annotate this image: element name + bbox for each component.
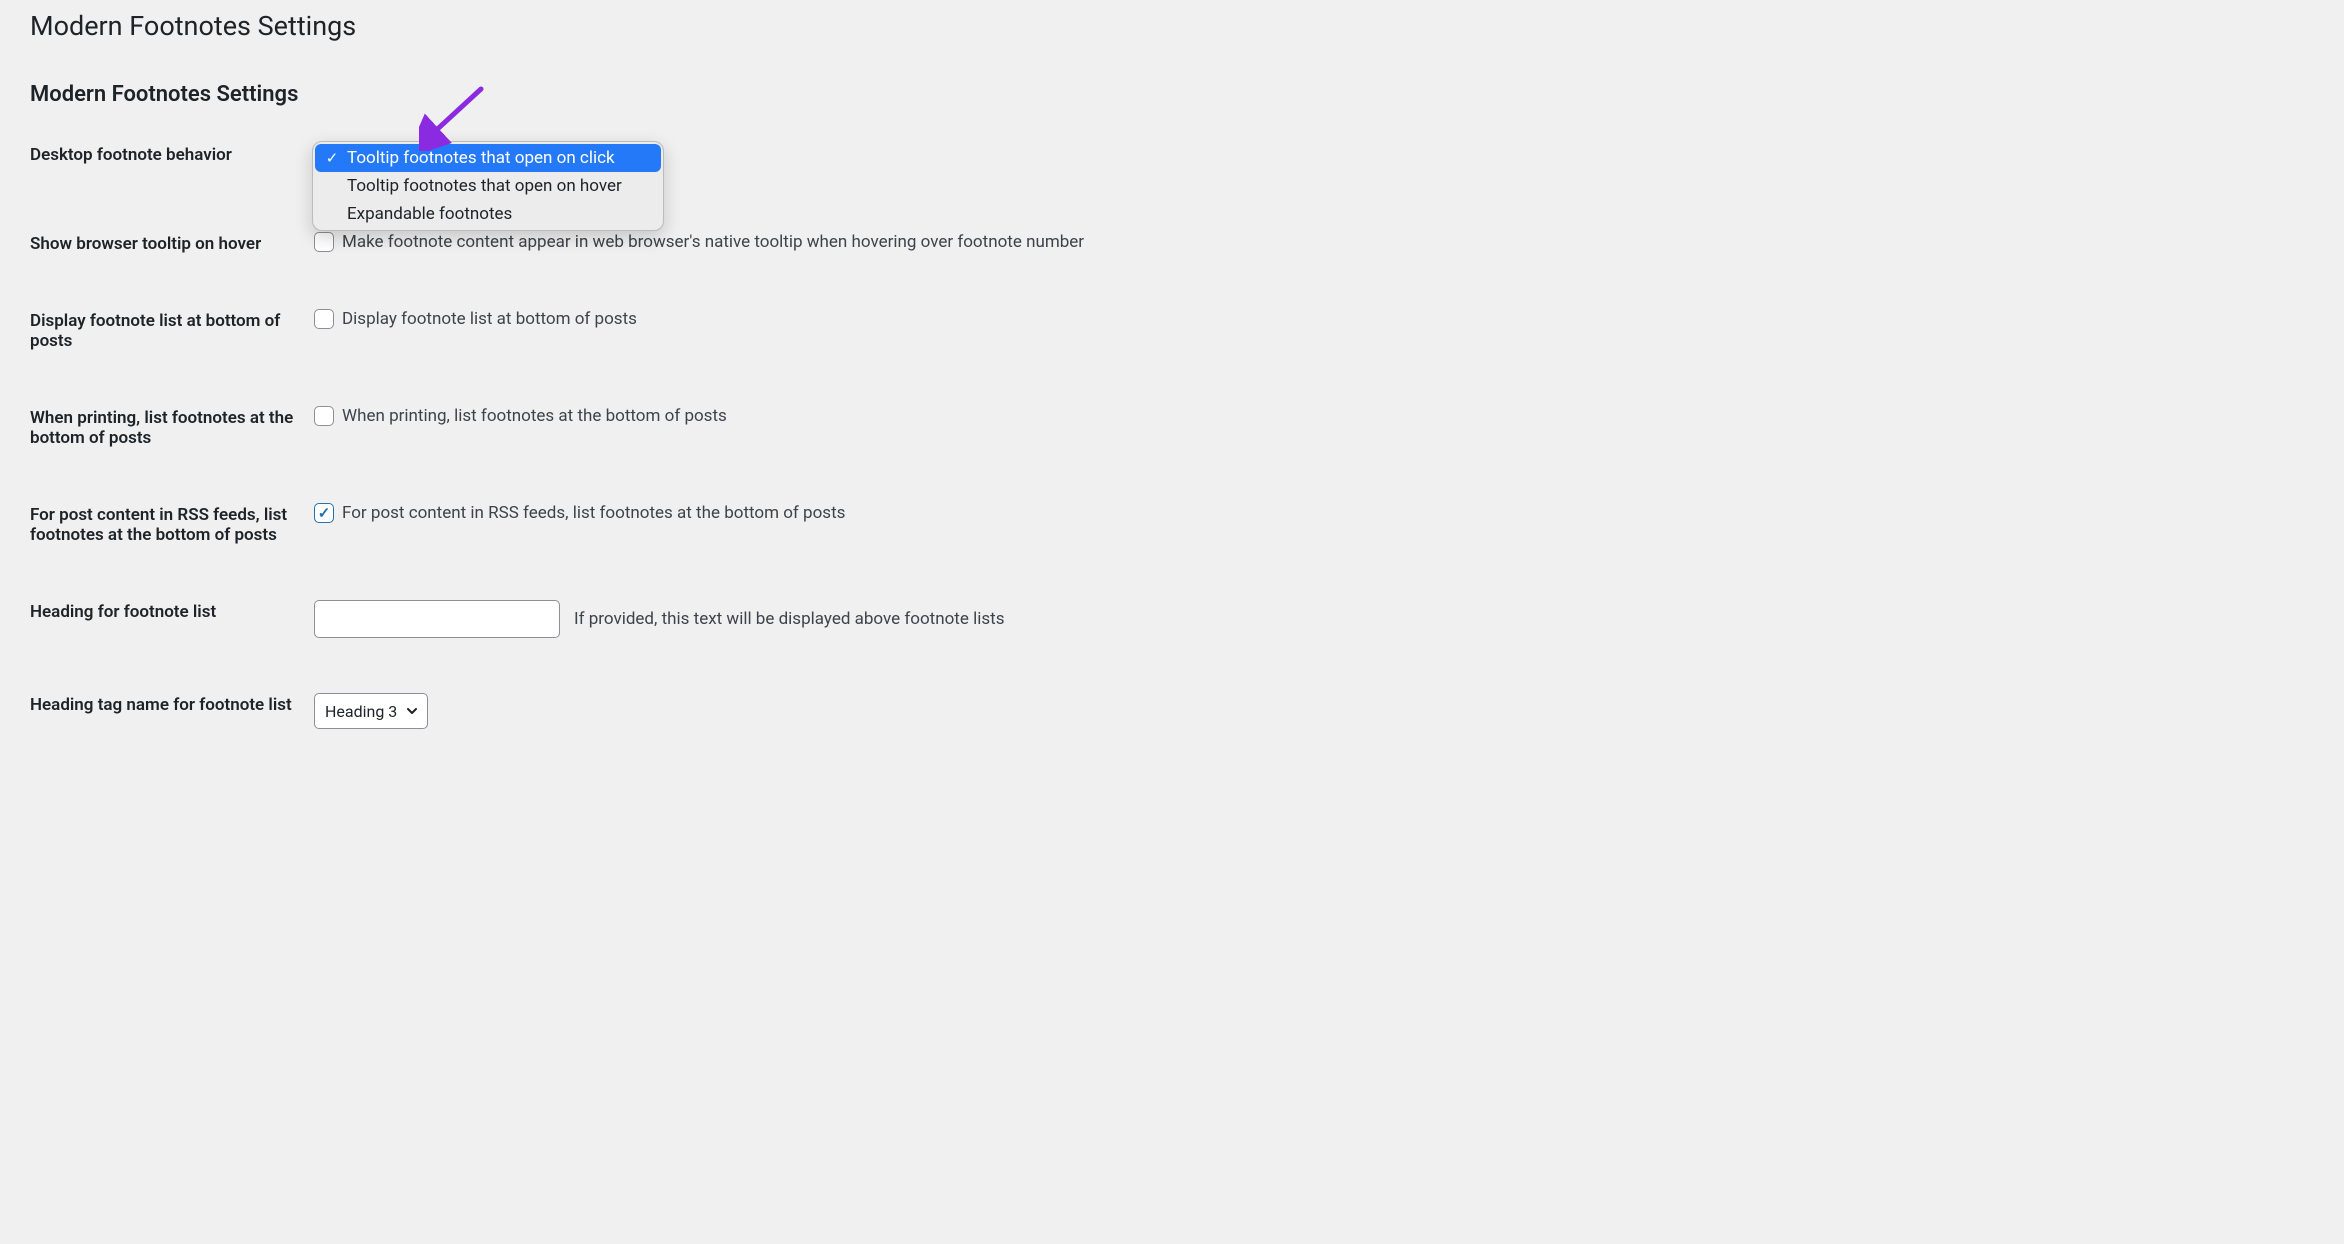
hint-heading-text: If provided, this text will be displayed… [574,609,1004,629]
label-desktop-behavior: Desktop footnote behavior [30,143,314,165]
desktop-behavior-select-container: ✓ Tooltip footnotes that open on click ✓… [314,143,669,177]
row-heading-tag: Heading tag name for footnote list Headi… [30,693,2314,729]
chevron-down-icon [405,704,419,718]
row-heading-text: Heading for footnote list If provided, t… [30,600,2314,638]
select-heading-tag[interactable]: Heading 3 [314,693,428,729]
checkbox-label-rss: For post content in RSS feeds, list foot… [342,503,845,523]
label-browser-tooltip: Show browser tooltip on hover [30,232,314,254]
checkbox-printing[interactable] [314,406,334,426]
row-display-list: Display footnote list at bottom of posts… [30,309,2314,351]
label-rss: For post content in RSS feeds, list foot… [30,503,314,545]
dropdown-option-label: Tooltip footnotes that open on click [347,148,615,168]
checkbox-wrapper-browser-tooltip: Make footnote content appear in web brow… [314,232,1084,252]
section-title: Modern Footnotes Settings [30,82,2314,107]
page-title: Modern Footnotes Settings [30,10,2314,42]
label-printing: When printing, list footnotes at the bot… [30,406,314,448]
dropdown-option-label: Expandable footnotes [347,204,512,224]
row-rss: For post content in RSS feeds, list foot… [30,503,2314,545]
row-printing: When printing, list footnotes at the bot… [30,406,2314,448]
input-heading-text[interactable] [314,600,560,638]
checkbox-wrapper-printing: When printing, list footnotes at the bot… [314,406,727,426]
dropdown-option-expandable[interactable]: ✓ Expandable footnotes [315,200,661,228]
checkbox-display-list[interactable] [314,309,334,329]
dropdown-option-hover[interactable]: ✓ Tooltip footnotes that open on hover [315,172,661,200]
settings-form: Desktop footnote behavior ✓ Tooltip foot… [30,143,2314,729]
select-heading-tag-value: Heading 3 [325,702,397,721]
checkbox-wrapper-display-list: Display footnote list at bottom of posts [314,309,637,329]
checkbox-rss[interactable] [314,503,334,523]
checkbox-label-printing: When printing, list footnotes at the bot… [342,406,727,426]
checkbox-wrapper-rss: For post content in RSS feeds, list foot… [314,503,845,523]
dropdown-option-click[interactable]: ✓ Tooltip footnotes that open on click [315,144,661,172]
check-icon: ✓ [325,149,339,167]
label-display-list: Display footnote list at bottom of posts [30,309,314,351]
row-desktop-behavior: Desktop footnote behavior ✓ Tooltip foot… [30,143,2314,177]
checkbox-browser-tooltip[interactable] [314,232,334,252]
dropdown-option-label: Tooltip footnotes that open on hover [347,176,622,196]
checkbox-label-browser-tooltip: Make footnote content appear in web brow… [342,232,1084,252]
desktop-behavior-dropdown[interactable]: ✓ Tooltip footnotes that open on click ✓… [312,141,664,231]
row-browser-tooltip: Show browser tooltip on hover Make footn… [30,232,2314,254]
checkbox-label-display-list: Display footnote list at bottom of posts [342,309,637,329]
label-heading-text: Heading for footnote list [30,600,314,622]
label-heading-tag: Heading tag name for footnote list [30,693,314,715]
